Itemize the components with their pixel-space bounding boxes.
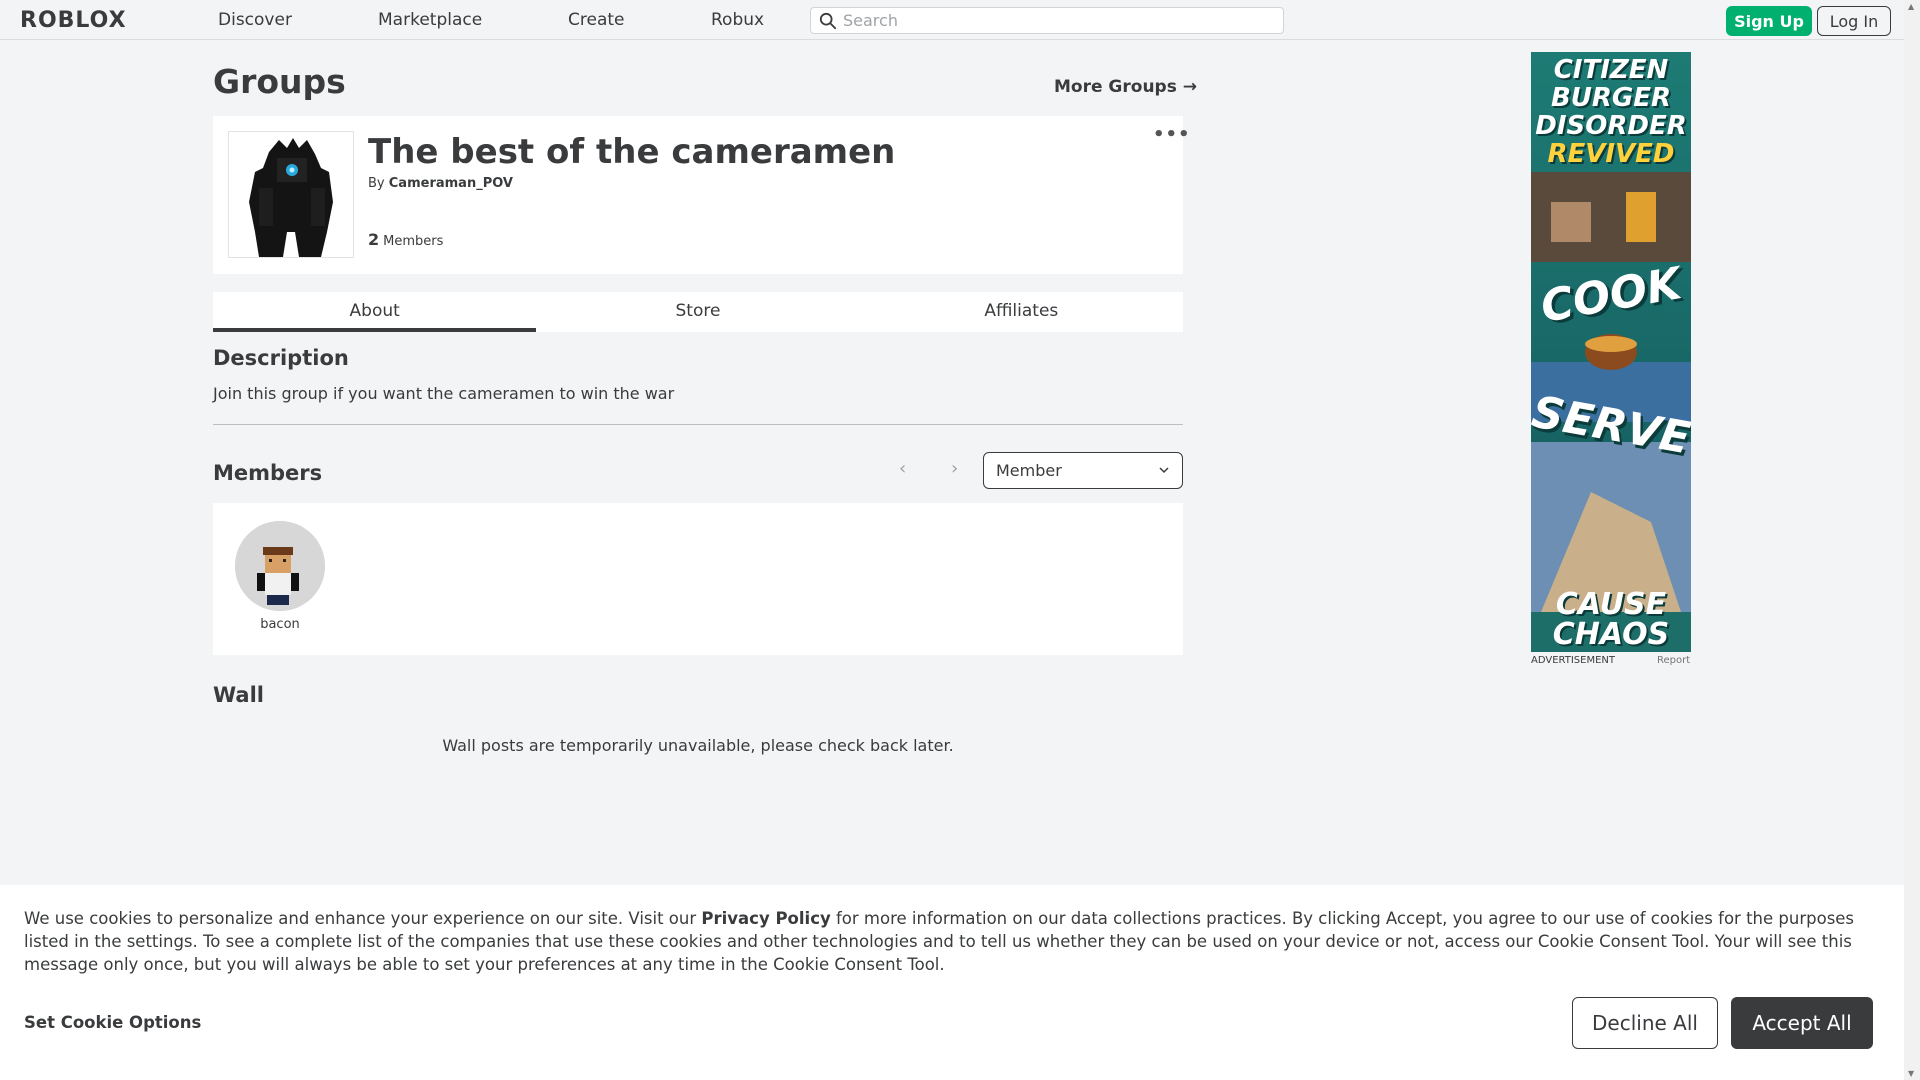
more-options-icon[interactable]: ••• <box>1153 124 1191 145</box>
members-list: bacon <box>213 503 1183 655</box>
ad-line: CHAOS <box>1552 617 1670 652</box>
description-text: Join this group if you want the camerame… <box>213 384 675 403</box>
group-emblem <box>228 131 354 258</box>
advertisement-label: ADVERTISEMENT <box>1531 655 1616 666</box>
roblox-logo[interactable]: ROBLOX <box>20 8 127 33</box>
chevron-down-icon <box>1159 467 1169 474</box>
wall-heading: Wall <box>213 683 264 707</box>
member-avatar[interactable] <box>235 521 325 611</box>
group-name: The best of the cameramen <box>368 132 896 172</box>
accept-all-button[interactable]: Accept All <box>1731 997 1873 1049</box>
ad-line: BURGER <box>1550 83 1672 113</box>
member-count-value: 2 <box>368 230 380 249</box>
set-cookie-options-link[interactable]: Set Cookie Options <box>24 1013 201 1032</box>
role-selected-value: Member <box>996 461 1062 480</box>
log-in-button[interactable]: Log In <box>1817 6 1891 36</box>
member-name[interactable]: bacon <box>235 617 325 632</box>
group-by-prefix: By <box>368 176 385 191</box>
sign-up-button[interactable]: Sign Up <box>1726 6 1812 36</box>
group-owner-link[interactable]: Cameraman_POV <box>389 176 513 191</box>
nav-discover[interactable]: Discover <box>218 10 292 30</box>
tab-affiliates[interactable]: Affiliates <box>860 292 1183 332</box>
advertisement-banner[interactable]: CITIZEN BURGER DISORDER REVIVED COOK SER… <box>1531 52 1691 652</box>
search-box[interactable] <box>810 7 1284 34</box>
group-owner-line: By Cameraman_POV <box>368 176 513 191</box>
ad-line: CAUSE <box>1555 587 1667 622</box>
chevron-right-icon[interactable]: › <box>951 458 958 479</box>
ad-line: REVIVED <box>1547 139 1675 169</box>
scroll-up-icon[interactable]: ▲ <box>1908 2 1914 11</box>
more-groups-link[interactable]: More Groups → <box>1054 77 1197 97</box>
cookie-text-before: We use cookies to personalize and enhanc… <box>24 909 702 928</box>
members-heading: Members <box>213 461 323 485</box>
scroll-down-icon[interactable]: ▼ <box>1908 1069 1914 1078</box>
avatar-figure-icon <box>235 521 325 611</box>
wall-unavailable-message: Wall posts are temporarily unavailable, … <box>442 736 954 755</box>
nav-marketplace[interactable]: Marketplace <box>378 10 482 30</box>
page-scrollbar[interactable]: ▲ ▼ <box>1904 0 1920 1080</box>
ad-line: DISORDER <box>1535 111 1687 141</box>
member-count-label: Members <box>383 234 444 249</box>
chevron-left-icon[interactable]: ‹ <box>899 458 906 479</box>
ad-report-link[interactable]: Report <box>1657 655 1690 666</box>
page-title: Groups <box>213 62 346 101</box>
nav-create[interactable]: Create <box>568 10 625 30</box>
search-icon <box>819 12 837 30</box>
search-input[interactable] <box>843 10 1273 31</box>
cookie-banner: We use cookies to personalize and enhanc… <box>0 885 1904 1080</box>
role-dropdown[interactable]: Member <box>983 452 1183 489</box>
description-heading: Description <box>213 346 349 370</box>
tab-store[interactable]: Store <box>536 292 859 332</box>
group-tabs: About Store Affiliates <box>213 292 1183 332</box>
group-header-card: The best of the cameramen By Cameraman_P… <box>213 116 1190 274</box>
group-member-count: 2 Members <box>368 230 443 249</box>
nav-robux[interactable]: Robux <box>711 10 764 30</box>
top-navigation: ROBLOX Discover Marketplace Create Robux… <box>0 0 1904 40</box>
section-divider <box>213 424 1183 425</box>
ad-line: CITIZEN <box>1553 55 1669 85</box>
cookie-message: We use cookies to personalize and enhanc… <box>24 907 1884 976</box>
cameraman-figure-icon <box>229 132 353 257</box>
tab-about[interactable]: About <box>213 292 537 332</box>
decline-all-button[interactable]: Decline All <box>1572 997 1718 1049</box>
privacy-policy-link[interactable]: Privacy Policy <box>701 909 830 928</box>
